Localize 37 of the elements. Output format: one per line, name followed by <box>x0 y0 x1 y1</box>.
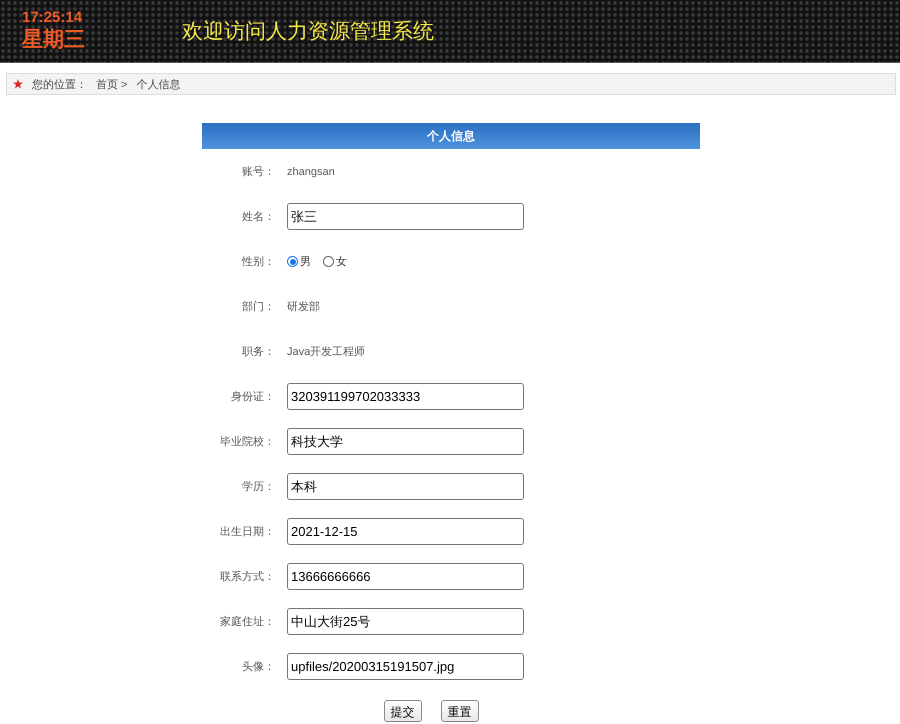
star-icon <box>13 79 23 89</box>
input-field[interactable]: 科技大学 <box>287 428 524 455</box>
system-title: 欢迎访问人力资源管理系统 <box>182 19 434 45</box>
radio-button[interactable] <box>323 256 334 267</box>
input-field[interactable]: 2021-12-15 <box>287 518 524 545</box>
field-label: 性别： <box>240 255 275 269</box>
radio-button[interactable] <box>287 256 298 267</box>
field-label: 出生日期： <box>219 525 275 539</box>
field-label: 账号： <box>241 165 275 179</box>
field-label: 毕业院校： <box>219 435 275 449</box>
field-label: 联系方式： <box>219 570 275 584</box>
radio-label[interactable]: 男 <box>300 254 311 269</box>
field-label: 部门： <box>241 300 275 314</box>
form-button[interactable]: 提交 <box>384 700 422 722</box>
location-label: 您的位置： <box>32 78 87 92</box>
input-field[interactable]: upfiles/20200315191507.jpg <box>287 653 524 680</box>
field-label: 姓名： <box>241 210 275 224</box>
input-field[interactable]: 320391199702033333 <box>287 383 524 410</box>
field-label: 职务： <box>241 345 275 359</box>
field-value: Java开发工程师 <box>287 345 366 359</box>
input-field[interactable]: 本科 <box>287 473 524 500</box>
radio-label[interactable]: 女 <box>336 254 347 269</box>
weekday: 星期三 <box>22 27 86 53</box>
input-field[interactable]: 张三 <box>287 203 524 230</box>
panel-title: 个人信息 <box>427 128 475 144</box>
input-field[interactable]: 中山大街25号 <box>287 608 524 635</box>
field-value: 研发部 <box>287 300 321 314</box>
form-button[interactable]: 重置 <box>440 700 478 722</box>
field-value: zhangsan <box>287 166 336 178</box>
input-field[interactable]: 13666666666 <box>287 563 524 590</box>
field-label: 学历： <box>241 480 275 494</box>
breadcrumb-item: 个人信息 <box>136 78 180 92</box>
field-label: 家庭住址： <box>219 614 275 629</box>
clock-time: 17:25:14 <box>22 9 84 27</box>
breadcrumb-item[interactable]: 首页 > <box>96 76 128 92</box>
field-label: 头像： <box>241 660 275 674</box>
field-label: 身份证： <box>230 390 275 404</box>
